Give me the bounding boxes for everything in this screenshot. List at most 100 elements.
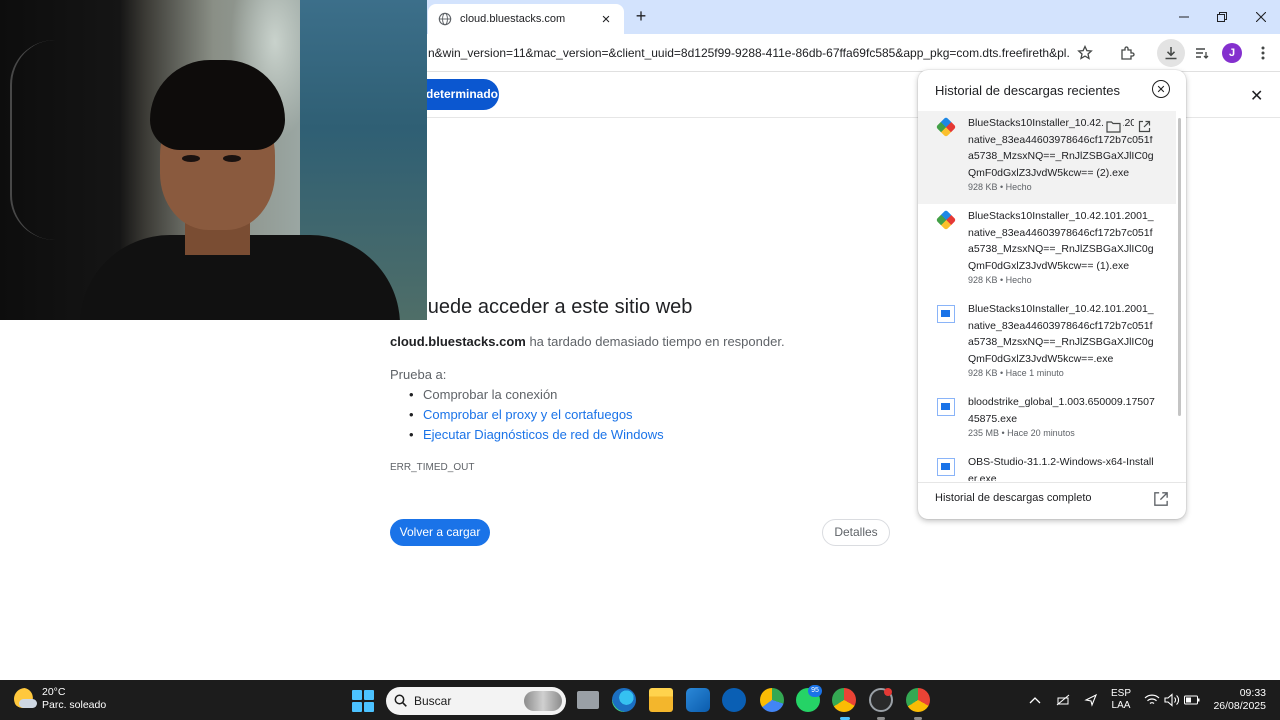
tab-close-icon[interactable]: ×: [598, 11, 614, 28]
search-placeholder: Buscar: [414, 694, 452, 708]
downloads-button[interactable]: [1157, 39, 1185, 67]
minimize-button[interactable]: [1166, 4, 1202, 30]
error-host: cloud.bluestacks.com: [390, 334, 526, 349]
obs-recording-dot: [884, 688, 892, 696]
downloads-close-icon[interactable]: ✕: [1152, 80, 1170, 98]
reload-button[interactable]: Volver a cargar: [390, 519, 490, 546]
show-hidden-icons-chevron-icon[interactable]: [1027, 692, 1043, 708]
chrome-icon[interactable]: [832, 688, 856, 712]
reading-list-icon[interactable]: [1191, 42, 1213, 64]
suggestion-run-diagnostics-link[interactable]: Ejecutar Diagnósticos de red de Windows: [406, 426, 664, 446]
hp-icon[interactable]: [722, 688, 746, 712]
windows-logo-pane: [352, 702, 362, 712]
microsoft-store-icon[interactable]: [686, 688, 710, 712]
full-history-link[interactable]: Historial de descargas completo: [918, 482, 1186, 519]
download-item[interactable]: OBS-Studio-31.1.2-Windows-x64-Installer.…: [918, 450, 1176, 481]
close-icon: [1256, 12, 1266, 22]
new-tab-button[interactable]: +: [630, 6, 652, 28]
weather-temperature: 20°C: [42, 686, 66, 698]
minimize-icon: [1179, 16, 1189, 18]
keyboard-layout: LAA: [1111, 700, 1131, 711]
weather-condition: Parc. soleado: [42, 699, 107, 711]
download-meta: 235 MB • Hace 20 minutos: [968, 428, 1075, 438]
whatsapp-badge: 95: [808, 685, 822, 697]
close-window-button[interactable]: [1243, 4, 1279, 30]
download-meta: 928 KB • Hecho: [968, 275, 1032, 285]
windows-logo-pane: [364, 702, 374, 712]
browser-tab[interactable]: cloud.bluestacks.com ×: [428, 4, 624, 34]
weather-widget[interactable]: 20°C Parc. soleado: [14, 686, 106, 712]
language-code: ESP: [1111, 688, 1132, 699]
show-in-folder-button[interactable]: [1103, 116, 1123, 136]
weather-text: 20°C Parc. soleado: [42, 686, 106, 712]
network-off-icon[interactable]: [1055, 692, 1071, 708]
globe-icon: [438, 12, 452, 26]
webcam-person-eye: [182, 155, 200, 162]
location-icon[interactable]: [1083, 692, 1099, 708]
menu-kebab-icon[interactable]: [1252, 42, 1274, 64]
search-highlight-image: [524, 691, 562, 711]
download-item[interactable]: bloodstrike_global_1.003.650009.17507458…: [918, 390, 1176, 450]
error-description-text: ha tardado demasiado tiempo en responder…: [525, 334, 785, 349]
suggestion-check-connection: Comprobar la conexión: [406, 386, 664, 406]
download-meta: 928 KB • Hecho: [968, 182, 1032, 192]
tab-title: cloud.bluestacks.com: [460, 13, 566, 25]
search-icon: [394, 694, 407, 707]
battery-icon[interactable]: [1184, 692, 1200, 708]
open-external-icon: [1138, 120, 1150, 132]
infobar-close-icon[interactable]: ✕: [1250, 86, 1263, 106]
partly-sunny-icon: [14, 688, 37, 710]
downloads-scrollbar[interactable]: [1178, 118, 1181, 416]
download-item[interactable]: BlueStacks10Installer_10.42.101.2001_nat…: [918, 297, 1176, 390]
windows-logo-pane: [352, 690, 362, 700]
file-explorer-icon[interactable]: [649, 688, 673, 712]
task-view-icon[interactable]: [577, 691, 599, 709]
volume-icon[interactable]: [1164, 692, 1180, 708]
download-filename: BlueStacks10Installer_10.42.101.2001_nat…: [968, 117, 1154, 179]
exe-file-icon: [937, 458, 955, 476]
details-button[interactable]: Detalles: [822, 519, 890, 546]
try-label: Prueba a:: [390, 367, 447, 382]
clock-date: 26/08/2025: [1213, 700, 1266, 712]
webcam-person-eye: [223, 155, 241, 162]
download-filename: OBS-Studio-31.1.2-Windows-x64-Installer.…: [968, 456, 1154, 481]
error-description: cloud.bluestacks.com ha tardado demasiad…: [390, 334, 785, 349]
folder-icon: [1105, 120, 1121, 133]
bluestacks-icon: [935, 209, 957, 231]
downloads-panel: Historial de descargas recientes ✕ BlueS…: [918, 70, 1186, 519]
extensions-puzzle-icon[interactable]: [1116, 42, 1138, 64]
wifi-icon[interactable]: [1144, 692, 1160, 708]
download-filename: BlueStacks10Installer_10.42.101.2001_nat…: [968, 210, 1154, 272]
chrome-profile-icon[interactable]: [906, 688, 930, 712]
profile-avatar[interactable]: J: [1222, 43, 1242, 63]
suggestion-check-proxy-link[interactable]: Comprobar el proxy y el cortafuegos: [406, 406, 664, 426]
bluestacks-icon: [935, 116, 957, 138]
error-code: ERR_TIMED_OUT: [390, 462, 475, 473]
webcam-background-drawing: [10, 40, 100, 240]
download-icon: [1165, 47, 1177, 60]
exe-file-icon: [937, 305, 955, 323]
start-button[interactable]: [352, 690, 374, 712]
downloads-list: BlueStacks10Installer_10.42.101.2001_nat…: [918, 111, 1176, 481]
restore-button[interactable]: [1204, 4, 1240, 30]
input-language[interactable]: ESP LAA: [1111, 688, 1131, 712]
open-file-button[interactable]: [1134, 116, 1154, 136]
download-item[interactable]: BlueStacks10Installer_10.42.101.2001_nat…: [918, 204, 1176, 297]
error-title: se puede acceder a este sitio web: [390, 296, 693, 318]
suggestion-list: Comprobar la conexión Comprobar el proxy…: [406, 386, 664, 446]
full-history-label: Historial de descargas completo: [935, 492, 1092, 504]
taskbar-search[interactable]: Buscar: [386, 687, 566, 715]
bookmark-star-icon[interactable]: [1074, 42, 1096, 64]
download-filename: bloodstrike_global_1.003.650009.17507458…: [968, 396, 1155, 425]
address-bar[interactable]: n&win_version=11&mac_version=&client_uui…: [428, 39, 1070, 67]
webcam-overlay: [0, 0, 427, 320]
windows-logo-pane: [364, 690, 374, 700]
clock-time: 09:33: [1239, 687, 1266, 699]
windows-taskbar: 20°C Parc. soleado Buscar 95 ESP LAA 09:…: [0, 680, 1280, 720]
edge-icon[interactable]: [612, 688, 636, 712]
download-item[interactable]: BlueStacks10Installer_10.42.101.2001_nat…: [918, 111, 1176, 204]
open-external-icon: [1154, 492, 1168, 506]
system-clock[interactable]: 09:33 26/08/2025: [1212, 687, 1266, 713]
photos-icon[interactable]: [760, 688, 784, 712]
download-meta: 928 KB • Hace 1 minuto: [968, 368, 1064, 378]
